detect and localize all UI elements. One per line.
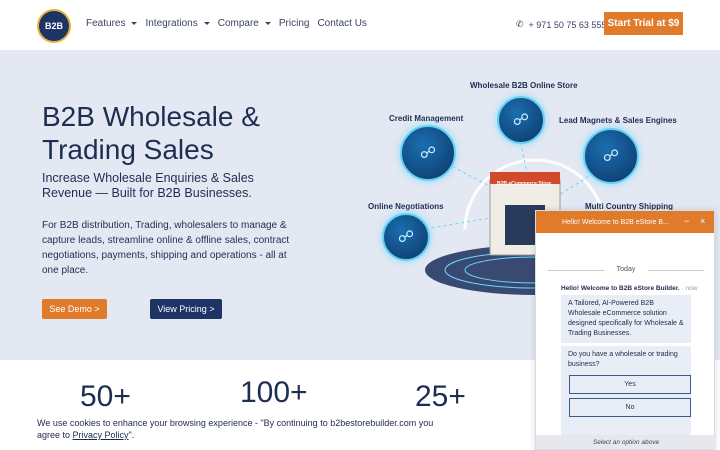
chevron-down-icon — [203, 22, 210, 25]
chat-widget: Hello! Welcome to B2B eStore B... − × To… — [535, 210, 716, 450]
phone-number: + 971 50 75 63 555 — [528, 19, 607, 30]
chat-option-no[interactable]: No — [569, 398, 691, 417]
hero-subtitle: Increase Wholesale Enquiries & Sales Rev… — [42, 171, 254, 200]
nav-features[interactable]: Features — [86, 18, 138, 29]
nav-compare[interactable]: Compare — [218, 18, 271, 29]
stat-value: 100+ — [240, 376, 308, 409]
close-icon[interactable]: × — [700, 216, 705, 226]
privacy-policy-link[interactable]: Privacy Policy — [73, 430, 129, 440]
phone-link[interactable]: ✆ + 971 50 75 63 555 — [516, 19, 606, 30]
nav-pricing[interactable]: Pricing — [279, 18, 310, 29]
chat-sender: Hello! Welcome to B2B eStore Builder. · … — [561, 285, 697, 292]
chevron-down-icon — [131, 22, 138, 25]
message-time: · now — [679, 285, 698, 292]
hero-description: For B2B distribution, Trading, wholesale… — [42, 220, 290, 276]
label-lead-magnets: Lead Magnets & Sales Engines — [559, 116, 677, 125]
site-header: B2B Features Integrations Compare Pricin… — [0, 0, 720, 50]
hero-title: B2B Wholesale & Trading Sales — [42, 101, 260, 165]
cookie-text-end: ". — [128, 430, 135, 440]
negotiation-icon: ☍ — [382, 213, 430, 261]
globe-icon: ☍ — [497, 96, 545, 144]
main-nav: Features Integrations Compare Pricing Co… — [86, 18, 367, 29]
see-demo-button[interactable]: See Demo > — [42, 299, 107, 319]
chat-option-yes[interactable]: Yes — [569, 375, 691, 394]
nav-label: Integrations — [145, 18, 198, 29]
label-online-negotiations: Online Negotiations — [368, 202, 444, 211]
phone-icon: ✆ — [516, 19, 524, 29]
chat-header: Hello! Welcome to B2B eStore B... − × — [536, 211, 714, 233]
chat-title: Hello! Welcome to B2B eStore B... — [562, 218, 669, 226]
sender-name: Hello! Welcome to B2B eStore Builder. — [561, 285, 680, 292]
minimize-icon[interactable]: − — [684, 216, 689, 226]
nav-integrations[interactable]: Integrations — [145, 18, 210, 29]
stat-value: 50+ — [80, 380, 131, 413]
nav-contact[interactable]: Contact Us — [317, 18, 366, 29]
start-trial-button[interactable]: Start Trial at $9 — [604, 12, 683, 35]
view-pricing-button[interactable]: View Pricing > — [150, 299, 222, 319]
chevron-down-icon — [264, 22, 271, 25]
chat-footer: Select an option above — [536, 435, 716, 449]
credit-shield-icon: ☍ — [400, 125, 456, 181]
magnet-icon: ☍ — [583, 128, 639, 184]
store-sign: B2B eCommerce Store — [497, 181, 552, 187]
stat-value: 25+ — [415, 380, 466, 413]
nav-label: Compare — [217, 18, 259, 29]
label-credit-management: Credit Management — [389, 114, 464, 123]
cookie-notice: We use cookies to enhance your browsing … — [37, 417, 457, 441]
logo-text: B2B — [44, 21, 63, 31]
chat-message: A Tailored, AI-Powered B2B Wholesale eCo… — [561, 295, 691, 343]
nav-label: Features — [86, 18, 126, 29]
logo[interactable]: B2B — [37, 9, 71, 43]
label-online-store: Wholesale B2B Online Store — [470, 81, 578, 90]
chat-day-divider: Today — [536, 266, 716, 273]
